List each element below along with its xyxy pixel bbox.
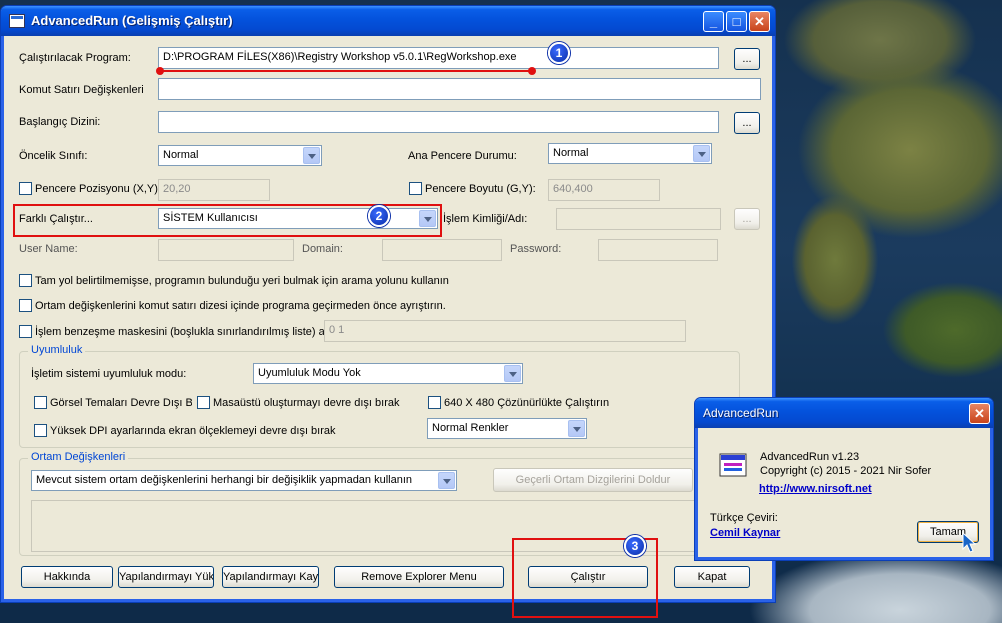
about-url-link[interactable]: http://www.nirsoft.net [759, 483, 872, 495]
translation-label: Türkçe Çeviri: [710, 512, 778, 524]
program-label: Çalıştırılacak Program: [19, 52, 131, 64]
save-config-button[interactable]: Yapılandırmayı Kayde [222, 566, 319, 588]
close-window-button[interactable]: Kapat [674, 566, 750, 588]
about-version: AdvancedRun v1.23 [760, 451, 860, 463]
annotation-underline [160, 70, 532, 72]
affinity-label: İşlem benzeşme maskesini (boşlukla sınır… [35, 326, 337, 338]
themes-checkbox[interactable] [34, 396, 47, 409]
winsize-label: Pencere Boyutu (G,Y): [425, 183, 536, 195]
load-config-button[interactable]: Yapılandırmayı Yükle [118, 566, 214, 588]
os-compat-value: Uyumluluk Modu Yok [258, 367, 361, 379]
domain-input[interactable] [382, 239, 502, 261]
searchpath-label: Tam yol belirtilmemişse, programın bulun… [35, 275, 449, 287]
about-close-button[interactable]: ✕ [969, 403, 990, 424]
affinity-checkbox[interactable] [19, 325, 32, 338]
about-button[interactable]: Hakkında [21, 566, 113, 588]
startdir-label: Başlangıç Dizini: [19, 116, 101, 128]
fill-env-button[interactable]: Geçerli Ortam Dizgilerini Doldur [493, 468, 693, 492]
mouse-cursor-icon [962, 531, 978, 554]
colors-value: Normal Renkler [432, 422, 509, 434]
mainwin-value: Normal [553, 147, 589, 159]
main-client: Çalıştırılacak Program: D:\PROGRAM FİLES… [0, 0, 776, 603]
env-group-title: Ortam Değişkenleri [28, 451, 129, 463]
winsize-input[interactable]: 640,400 [548, 179, 660, 201]
mainwin-label: Ana Pencere Durumu: [408, 150, 517, 162]
searchpath-checkbox[interactable] [19, 274, 32, 287]
annotation-dot [156, 67, 164, 75]
dpi-label: Yüksek DPI ayarlarında ekran ölçeklemeyi… [50, 425, 336, 437]
about-copyright: Copyright (c) 2015 - 2021 Nir Sofer [760, 465, 932, 477]
os-compat-select[interactable]: Uyumluluk Modu Yok [253, 363, 523, 384]
program-input[interactable]: D:\PROGRAM FİLES(X86)\Registry Workshop … [158, 47, 719, 69]
annotation-marker-3: 3 [624, 535, 646, 557]
browse-startdir-button[interactable]: ... [734, 112, 760, 134]
parse-env-label: Ortam değişkenlerini komut satırı dizesi… [35, 300, 446, 312]
winpos-input[interactable]: 20,20 [158, 179, 270, 201]
winsize-checkbox[interactable] [409, 182, 422, 195]
winpos-label: Pencere Pozisyonu (X,Y): [35, 183, 161, 195]
res-640-label: 640 X 480 Çözünürlükte Çalıştırın [444, 397, 610, 409]
colors-select[interactable]: Normal Renkler [427, 418, 587, 439]
translator-link[interactable]: Cemil Kaynar [710, 527, 780, 539]
app-logo-icon [718, 450, 750, 480]
compat-group-title: Uyumluluk [28, 344, 86, 356]
dpi-checkbox[interactable] [34, 424, 47, 437]
browse-program-button[interactable]: ... [734, 48, 760, 70]
process-input[interactable] [556, 208, 721, 230]
affinity-input[interactable]: 0 1 [324, 320, 686, 342]
remove-explorer-menu-button[interactable]: Remove Explorer Menu [334, 566, 504, 588]
desktop-comp-checkbox[interactable] [197, 396, 210, 409]
env-mode-select[interactable]: Mevcut sistem ortam değişkenlerini herha… [31, 470, 457, 491]
parse-env-checkbox[interactable] [19, 299, 32, 312]
username-input[interactable] [158, 239, 294, 261]
domain-label: Domain: [302, 243, 343, 255]
startdir-input[interactable] [158, 111, 719, 133]
env-mode-value: Mevcut sistem ortam değişkenlerini herha… [36, 474, 413, 486]
password-label: Password: [510, 243, 562, 255]
annotation-dot [528, 67, 536, 75]
chevron-down-icon[interactable] [504, 365, 521, 382]
browse-process-button[interactable]: ... [734, 208, 760, 230]
priority-select[interactable]: Normal [158, 145, 322, 166]
chevron-down-icon[interactable] [568, 420, 585, 437]
priority-value: Normal [163, 149, 199, 161]
about-title: AdvancedRun [703, 406, 779, 420]
os-compat-label: İşletim sistemi uyumluluk modu: [31, 368, 187, 380]
annotation-marker-1: 1 [548, 42, 570, 64]
winpos-checkbox[interactable] [19, 182, 32, 195]
priority-label: Öncelik Sınıfı: [19, 150, 88, 162]
username-label: User Name: [19, 243, 78, 255]
about-title-bar[interactable]: AdvancedRun ✕ [695, 398, 993, 428]
res-640-checkbox[interactable] [428, 396, 441, 409]
process-label: İşlem Kimliği/Adı: [443, 213, 528, 225]
chevron-down-icon[interactable] [693, 145, 710, 162]
themes-label: Görsel Temaları Devre Dışı Bıra [50, 397, 192, 409]
desktop-comp-label: Masaüstü oluşturmayı devre dışı bırak [213, 397, 400, 409]
annotation-marker-2: 2 [368, 205, 390, 227]
mainwin-select[interactable]: Normal [548, 143, 712, 164]
chevron-down-icon[interactable] [303, 147, 320, 164]
chevron-down-icon[interactable] [438, 472, 455, 489]
password-input[interactable] [598, 239, 718, 261]
cmdline-label: Komut Satırı Değişkenleri [19, 84, 144, 96]
cmdline-input[interactable] [158, 78, 761, 100]
